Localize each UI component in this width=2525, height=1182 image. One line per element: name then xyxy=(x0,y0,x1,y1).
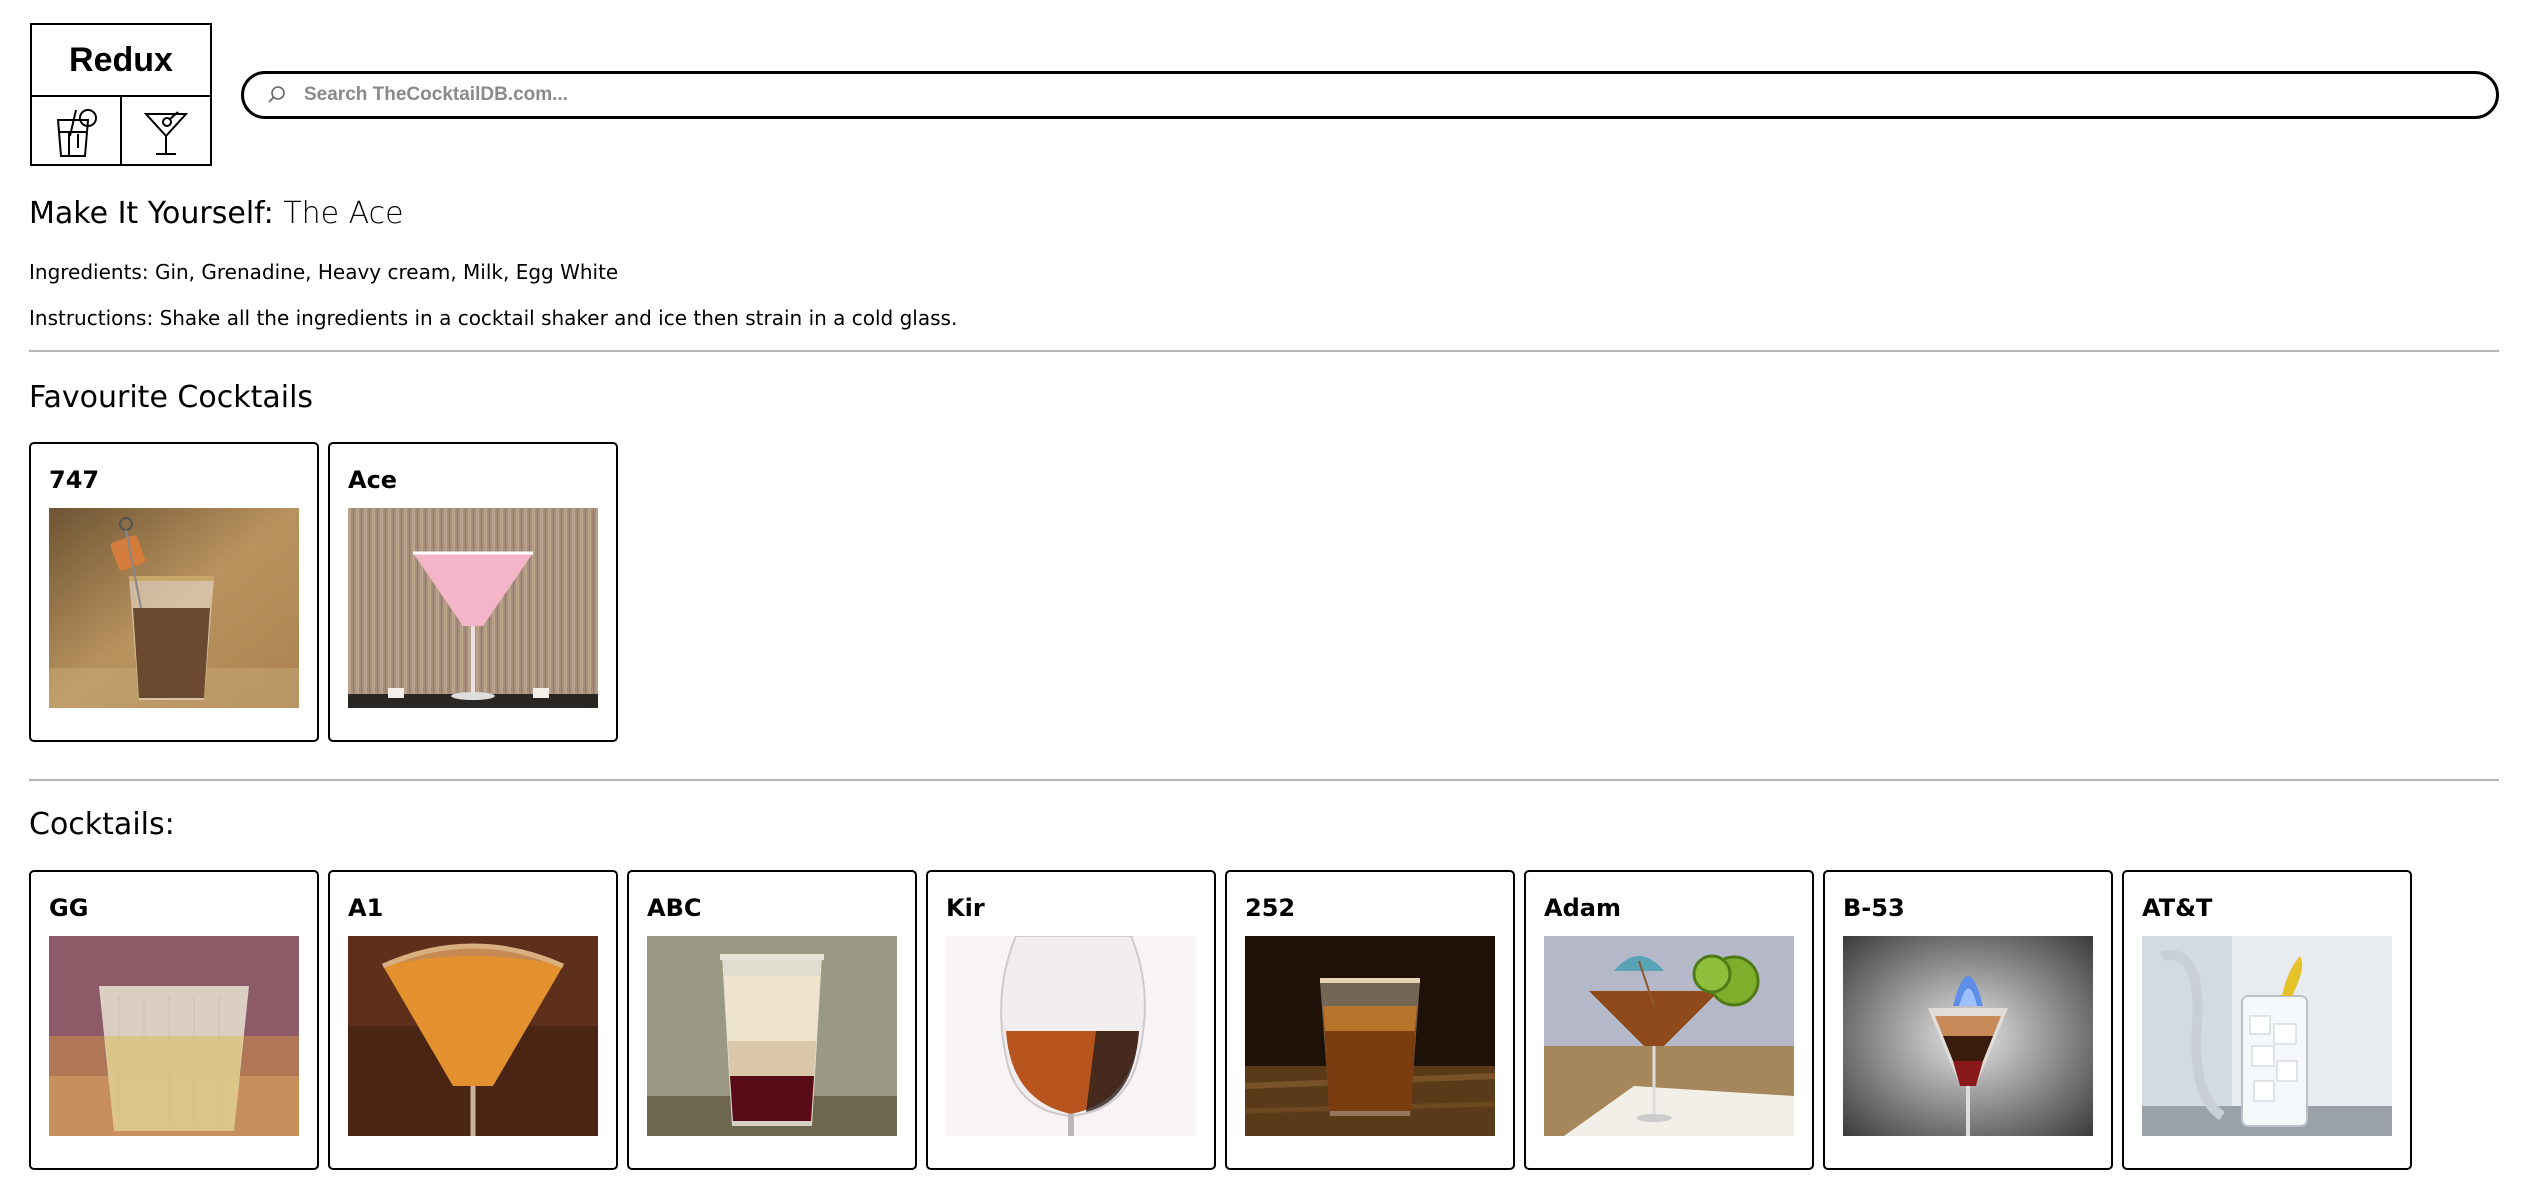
adam-cocktail-photo xyxy=(1544,936,1794,1136)
instructions-line: Instructions: Shake all the ingredients … xyxy=(29,306,957,330)
favourites-title: Favourite Cocktails xyxy=(29,380,314,415)
cocktail-card-title: Ace xyxy=(348,466,398,494)
make-it-yourself-name: The Ace xyxy=(283,196,404,231)
b-53-cocktail-photo xyxy=(1843,936,2093,1136)
search-bar[interactable] xyxy=(241,71,2499,119)
747-cocktail-photo xyxy=(49,508,299,708)
cocktail-card[interactable]: Ace xyxy=(328,442,618,742)
att-cocktail-photo xyxy=(2142,936,2392,1136)
cocktail-card-title: B-53 xyxy=(1843,894,1905,922)
search-icon xyxy=(266,84,288,106)
page: Redux Search TheCocktailDB.com... Make I… xyxy=(0,0,2525,1182)
cocktail-card[interactable]: GG xyxy=(29,870,319,1170)
search-input[interactable] xyxy=(302,83,2496,107)
ingredients-line: Ingredients: Gin, Grenadine, Heavy cream… xyxy=(29,260,618,284)
cocktail-card[interactable]: 252 xyxy=(1225,870,1515,1170)
logo[interactable]: Redux xyxy=(30,23,212,166)
cocktail-glass-with-straw-icon xyxy=(32,97,120,166)
gg-cocktail-photo xyxy=(49,936,299,1136)
abc-cocktail-photo xyxy=(647,936,897,1136)
cocktail-card[interactable]: ABC xyxy=(627,870,917,1170)
cocktail-card-title: 747 xyxy=(49,466,100,494)
a1-cocktail-photo xyxy=(348,936,598,1136)
cocktail-card[interactable]: B-53 xyxy=(1823,870,2113,1170)
divider xyxy=(29,779,2499,781)
cocktail-card[interactable]: Adam xyxy=(1524,870,1814,1170)
ingredients-label: Ingredients: xyxy=(29,260,149,284)
cocktail-card[interactable]: A1 xyxy=(328,870,618,1170)
cocktail-card-title: Kir xyxy=(946,894,985,922)
make-it-yourself-label: Make It Yourself: xyxy=(29,196,274,231)
kir-cocktail-photo xyxy=(946,936,1196,1136)
divider xyxy=(29,350,2499,352)
cocktail-card-title: Adam xyxy=(1544,894,1621,922)
cocktails-title: Cocktails: xyxy=(29,807,175,842)
cocktails-row: GG A1 ABC Kir 252 Adam B-53 AT&T xyxy=(29,870,2412,1170)
252-cocktail-photo xyxy=(1245,936,1495,1136)
instructions-value: Shake all the ingredients in a cocktail … xyxy=(159,306,958,330)
cocktail-card-title: A1 xyxy=(348,894,384,922)
cocktail-card[interactable]: 747 xyxy=(29,442,319,742)
cocktail-card-title: ABC xyxy=(647,894,702,922)
favourites-row: 747 Ace xyxy=(29,442,618,742)
cocktail-card[interactable]: Kir xyxy=(926,870,1216,1170)
logo-text: Redux xyxy=(32,25,210,97)
cocktail-card[interactable]: AT&T xyxy=(2122,870,2412,1170)
make-it-yourself-title: Make It Yourself: The Ace xyxy=(29,196,404,231)
martini-glass-icon xyxy=(120,97,210,166)
instructions-label: Instructions: xyxy=(29,306,154,330)
cocktail-card-title: 252 xyxy=(1245,894,1296,922)
cocktail-card-title: GG xyxy=(49,894,89,922)
ace-cocktail-photo xyxy=(348,508,598,708)
logo-icons xyxy=(32,97,210,166)
cocktail-card-title: AT&T xyxy=(2142,894,2213,922)
ingredients-value: Gin, Grenadine, Heavy cream, Milk, Egg W… xyxy=(154,260,619,284)
